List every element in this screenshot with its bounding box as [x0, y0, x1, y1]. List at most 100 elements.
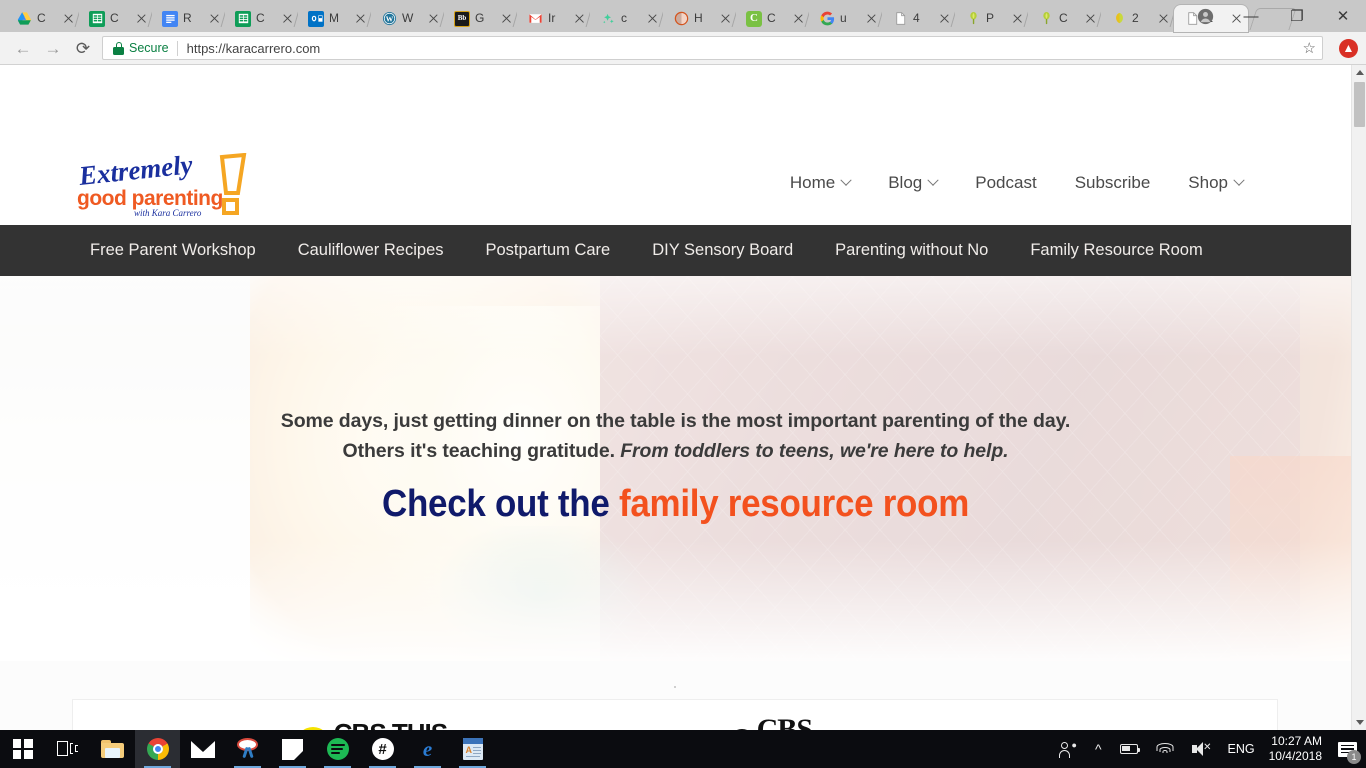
security-status-label: Secure	[129, 41, 169, 55]
show-hidden-icons-button[interactable]: ^	[1086, 730, 1111, 768]
sticky-notes-button[interactable]	[270, 730, 315, 768]
minimize-button[interactable]: —	[1228, 0, 1274, 32]
browser-tab[interactable]: u	[809, 5, 884, 32]
clock-date: 10/4/2018	[1268, 749, 1322, 763]
site-logo[interactable]: Extremely good parenting with Kara Carre…	[72, 153, 252, 223]
close-icon[interactable]	[863, 11, 879, 27]
browser-tab[interactable]: H	[663, 5, 738, 32]
browser-tab[interactable]: P	[955, 5, 1030, 32]
task-view-icon	[57, 740, 78, 758]
close-icon[interactable]	[936, 11, 952, 27]
scrollbar-thumb[interactable]	[1354, 82, 1365, 127]
close-icon: ✕	[1336, 7, 1350, 25]
file-explorer-button[interactable]	[90, 730, 135, 768]
people-button[interactable]: ●	[1050, 730, 1086, 768]
subnav-item-diy-sensory-board[interactable]: DIY Sensory Board	[652, 241, 793, 260]
clock[interactable]: 10:27 AM 10/4/2018	[1263, 734, 1332, 764]
browser-tab[interactable]: Ir	[517, 5, 592, 32]
google-sheets-icon	[235, 10, 251, 27]
browser-tab[interactable]: R	[152, 5, 227, 32]
close-window-button[interactable]: ✕	[1320, 0, 1366, 32]
subnav-item-parenting-without-no[interactable]: Parenting without No	[835, 241, 988, 260]
subnav-item-family-resource-room[interactable]: Family Resource Room	[1030, 241, 1202, 260]
start-button[interactable]	[0, 730, 45, 768]
google-drive-icon	[16, 11, 32, 27]
subnav-item-postpartum-care[interactable]: Postpartum Care	[486, 241, 611, 260]
hero-text-block: Some days, just getting dinner on the ta…	[0, 406, 1351, 526]
nav-item-shop[interactable]: Shop	[1188, 173, 1245, 193]
chrome-button[interactable]	[135, 730, 180, 768]
convertkit-icon: C	[746, 10, 762, 27]
scissors-icon	[236, 738, 260, 760]
close-icon[interactable]	[279, 11, 295, 27]
nav-item-blog[interactable]: Blog	[888, 173, 939, 193]
scroll-down-button[interactable]	[1352, 715, 1366, 730]
slack-button[interactable]: #	[360, 730, 405, 768]
nav-label: Subscribe	[1074, 173, 1151, 192]
volume-button[interactable]: ✕	[1183, 730, 1220, 768]
close-icon[interactable]	[206, 11, 222, 27]
subnav-item-cauliflower-recipes[interactable]: Cauliflower Recipes	[298, 241, 444, 260]
svg-text:with Kara Carrero: with Kara Carrero	[134, 208, 202, 218]
close-icon[interactable]	[133, 11, 149, 27]
snipping-tool-button[interactable]	[225, 730, 270, 768]
forward-button[interactable]: →	[38, 34, 68, 62]
browser-tab[interactable]: c	[590, 5, 665, 32]
close-icon[interactable]	[790, 11, 806, 27]
close-icon[interactable]	[644, 11, 660, 27]
account-avatar-icon[interactable]	[1182, 0, 1228, 32]
close-icon[interactable]	[1009, 11, 1025, 27]
browser-tab[interactable]: M	[298, 5, 373, 32]
forward-arrow-icon: →	[44, 38, 62, 58]
reader-button[interactable]: A	[450, 730, 495, 768]
hero-headline[interactable]: Check out the family resource room	[91, 482, 1260, 526]
close-icon[interactable]	[425, 11, 441, 27]
address-bar[interactable]: Secure https://karacarrero.com ☆	[102, 36, 1323, 60]
folder-icon	[101, 740, 124, 758]
hero-line-1: Some days, just getting dinner on the ta…	[280, 410, 1071, 432]
nav-item-home[interactable]: Home	[790, 173, 852, 193]
mail-button[interactable]	[180, 730, 225, 768]
close-icon[interactable]	[1155, 11, 1171, 27]
battery-button[interactable]	[1111, 730, 1147, 768]
close-icon[interactable]	[60, 11, 76, 27]
bookmark-star-icon[interactable]: ☆	[1303, 39, 1316, 57]
close-icon[interactable]	[571, 11, 587, 27]
browser-tab[interactable]: 2	[1101, 5, 1176, 32]
browser-tab[interactable]: 4	[882, 5, 957, 32]
browser-tab[interactable]: C	[1028, 5, 1103, 32]
language-indicator[interactable]: ENG	[1220, 742, 1263, 756]
browser-tab[interactable]: C	[225, 5, 300, 32]
tab-title: P	[986, 11, 995, 25]
chevron-down-icon	[840, 174, 852, 186]
close-icon[interactable]	[717, 11, 733, 27]
notification-center-button[interactable]: 1	[1332, 730, 1362, 768]
browser-tab[interactable]: C	[6, 5, 81, 32]
reload-button[interactable]: ⟳	[68, 34, 98, 62]
nav-item-podcast[interactable]: Podcast	[975, 173, 1036, 193]
close-icon[interactable]	[352, 11, 368, 27]
task-view-button[interactable]	[45, 730, 90, 768]
taskbar-apps: # e A	[0, 730, 495, 768]
headline-part-1: Check out the	[381, 483, 619, 525]
edge-button[interactable]: e	[405, 730, 450, 768]
browser-tab[interactable]: C	[79, 5, 154, 32]
url-text: https://karacarrero.com	[186, 40, 321, 56]
nav-label: Podcast	[975, 173, 1037, 192]
extension-icon[interactable]: ▲	[1339, 38, 1358, 58]
close-icon[interactable]	[1082, 11, 1098, 27]
spotify-button[interactable]	[315, 730, 360, 768]
page-scrollbar[interactable]	[1351, 65, 1366, 730]
browser-tab[interactable]: W W	[371, 5, 446, 32]
browser-tab[interactable]: Bb G	[444, 5, 519, 32]
close-icon[interactable]	[498, 11, 514, 27]
network-button[interactable]	[1147, 730, 1183, 768]
browser-tab[interactable]: C C	[736, 5, 811, 32]
nav-item-subscribe[interactable]: Subscribe	[1075, 173, 1151, 193]
back-button[interactable]: ←	[8, 34, 38, 62]
tab-title: C	[1059, 11, 1068, 25]
press-logo-row: CBS THIS MORNING U.S.News & WORLD REPORT	[0, 707, 1351, 730]
maximize-button[interactable]: ❐	[1274, 0, 1320, 32]
scroll-up-button[interactable]	[1352, 65, 1366, 80]
subnav-item-free-parent-workshop[interactable]: Free Parent Workshop	[90, 241, 256, 260]
